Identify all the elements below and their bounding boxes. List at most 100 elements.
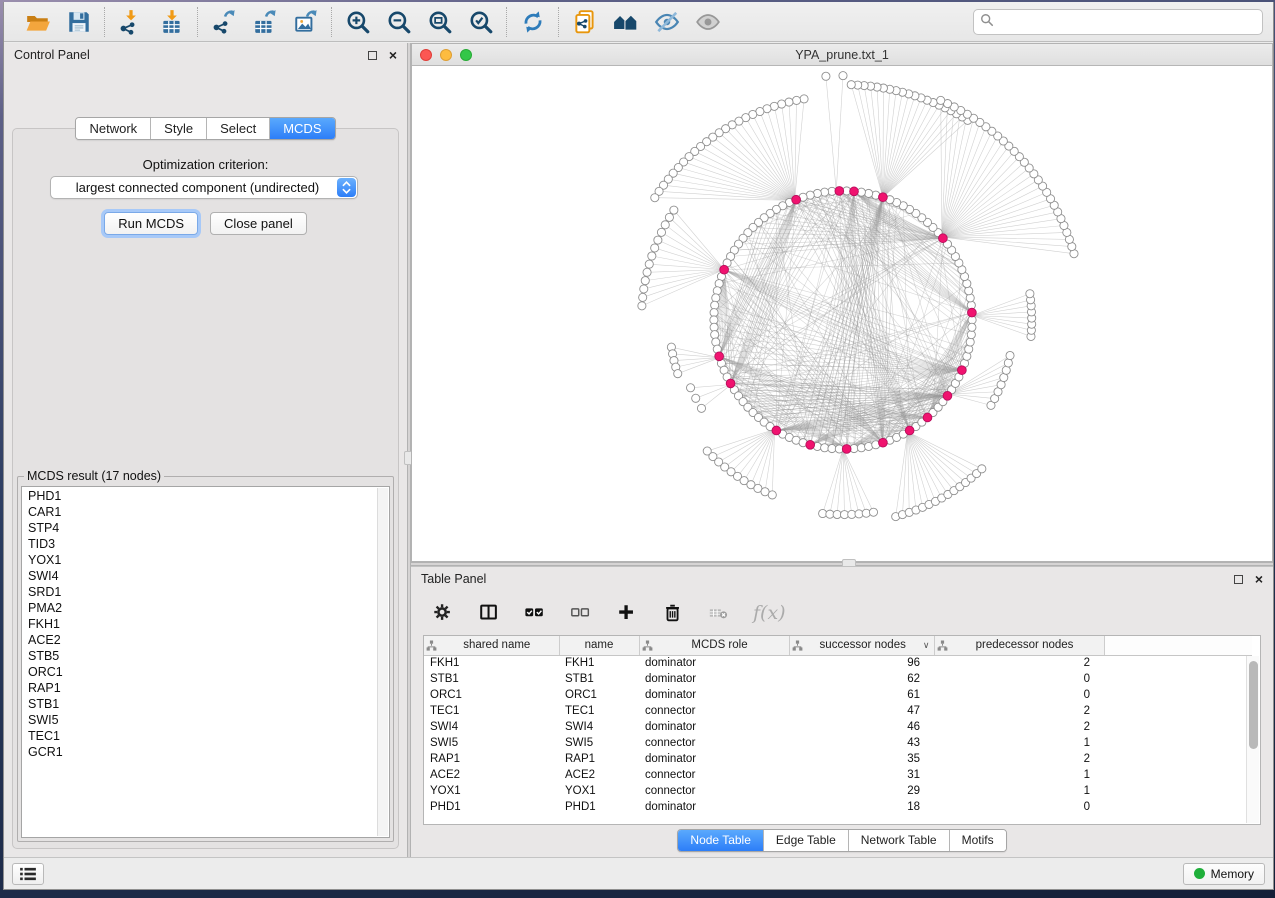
network-node[interactable] [821, 444, 829, 452]
network-overview-icon[interactable] [612, 8, 639, 35]
mcds-result-item[interactable]: SWI5 [22, 712, 389, 728]
network-node[interactable] [869, 508, 877, 516]
network-node[interactable] [778, 100, 786, 108]
mcds-node[interactable] [923, 413, 932, 422]
column-header-MCDS-role[interactable]: MCDS role [639, 636, 789, 655]
mcds-node[interactable] [835, 187, 844, 196]
table-row[interactable]: RAP1RAP1dominator352 [424, 751, 1252, 767]
table-row[interactable]: ACE2ACE2connector311 [424, 767, 1252, 783]
mcds-node[interactable] [792, 195, 801, 204]
network-node[interactable] [865, 189, 873, 197]
network-node[interactable] [643, 268, 651, 276]
mcds-result-item[interactable]: STB1 [22, 696, 389, 712]
table-row[interactable]: SWI4SWI4dominator462 [424, 719, 1252, 735]
network-node[interactable] [697, 404, 705, 412]
network-node[interactable] [640, 285, 648, 293]
mcds-result-item[interactable]: FKH1 [22, 616, 389, 632]
mcds-node[interactable] [772, 426, 781, 435]
table-row[interactable]: ORC1ORC1dominator610 [424, 687, 1252, 703]
network-node[interactable] [665, 213, 673, 221]
table-scrollbar[interactable] [1246, 656, 1259, 823]
mcds-result-item[interactable]: CAR1 [22, 504, 389, 520]
network-node[interactable] [686, 384, 694, 392]
mcds-result-item[interactable]: ORC1 [22, 664, 389, 680]
tab-select[interactable]: Select [207, 118, 270, 139]
mcds-node[interactable] [850, 187, 859, 196]
network-node[interactable] [710, 323, 718, 331]
tab-edge-table[interactable]: Edge Table [764, 830, 849, 851]
tab-mcds[interactable]: MCDS [270, 118, 334, 139]
column-header-predecessor-nodes[interactable]: predecessor nodes [934, 636, 1104, 655]
window-close-button[interactable] [420, 49, 432, 61]
network-node[interactable] [967, 331, 975, 339]
mcds-result-item[interactable]: TID3 [22, 536, 389, 552]
network-node[interactable] [1004, 359, 1012, 367]
network-node[interactable] [651, 244, 659, 252]
network-node[interactable] [674, 370, 682, 378]
deselect-all-icon[interactable] [569, 601, 593, 625]
network-node[interactable] [1026, 290, 1034, 298]
zoom-in-icon[interactable] [344, 8, 371, 35]
panel-list-button[interactable] [12, 863, 44, 885]
float-panel-icon[interactable] [368, 51, 377, 60]
export-web-icon[interactable] [571, 8, 598, 35]
network-node[interactable] [638, 302, 646, 310]
network-node[interactable] [712, 294, 720, 302]
export-network-icon[interactable] [210, 8, 237, 35]
network-node[interactable] [661, 221, 669, 229]
run-mcds-button[interactable]: Run MCDS [104, 212, 198, 235]
network-node[interactable] [822, 72, 830, 80]
select-all-icon[interactable] [523, 601, 547, 625]
network-node[interactable] [651, 194, 659, 202]
mcds-node[interactable] [905, 426, 914, 435]
network-node[interactable] [1002, 366, 1010, 374]
tab-motifs[interactable]: Motifs [950, 830, 1006, 851]
window-minimize-button[interactable] [440, 49, 452, 61]
mcds-node[interactable] [842, 445, 851, 454]
network-node[interactable] [692, 394, 700, 402]
network-node[interactable] [847, 81, 855, 89]
network-node[interactable] [839, 72, 847, 80]
table-row[interactable]: YOX1YOX1connector291 [424, 783, 1252, 799]
mcds-result-item[interactable]: SWI4 [22, 568, 389, 584]
mcds-result-item[interactable]: RAP1 [22, 680, 389, 696]
table-row[interactable]: PHD1PHD1dominator180 [424, 799, 1252, 815]
mcds-node[interactable] [879, 193, 888, 202]
table-row[interactable]: TEC1TEC1connector472 [424, 703, 1252, 719]
add-icon[interactable] [615, 601, 639, 625]
network-node[interactable] [654, 236, 662, 244]
mcds-node[interactable] [806, 440, 815, 449]
mcds-node[interactable] [879, 438, 888, 447]
network-node[interactable] [857, 444, 865, 452]
network-node[interactable] [711, 331, 719, 339]
mcds-result-item[interactable]: YOX1 [22, 552, 389, 568]
network-node[interactable] [968, 323, 976, 331]
export-image-icon[interactable] [292, 8, 319, 35]
search-box[interactable] [973, 9, 1263, 35]
export-table-icon[interactable] [251, 8, 278, 35]
mcds-node[interactable] [968, 308, 977, 317]
table-row[interactable]: STB1STB1dominator620 [424, 671, 1252, 687]
zoom-fit-icon[interactable] [426, 8, 453, 35]
network-node[interactable] [937, 96, 945, 104]
mcds-result-item[interactable]: TEC1 [22, 728, 389, 744]
tab-style[interactable]: Style [151, 118, 207, 139]
tab-network[interactable]: Network [76, 118, 151, 139]
float-table-panel-icon[interactable] [1234, 575, 1243, 584]
column-header-shared-name[interactable]: shared name [424, 636, 559, 655]
import-table-icon[interactable] [158, 8, 185, 35]
mcds-result-item[interactable]: PHD1 [22, 488, 389, 504]
network-node[interactable] [785, 98, 793, 106]
zoom-selected-icon[interactable] [467, 8, 494, 35]
network-node[interactable] [648, 252, 656, 260]
network-node[interactable] [966, 338, 974, 346]
search-input[interactable] [998, 15, 1256, 29]
mcds-node[interactable] [720, 265, 729, 274]
hide-selected-icon[interactable] [653, 8, 680, 35]
mcds-node[interactable] [943, 391, 952, 400]
mcds-result-item[interactable]: STP4 [22, 520, 389, 536]
mcds-result-item[interactable]: STB5 [22, 648, 389, 664]
column-header-name[interactable]: name [559, 636, 639, 655]
mcds-result-item[interactable]: GCR1 [22, 744, 389, 760]
table-row[interactable]: FKH1FKH1dominator962 [424, 655, 1252, 671]
